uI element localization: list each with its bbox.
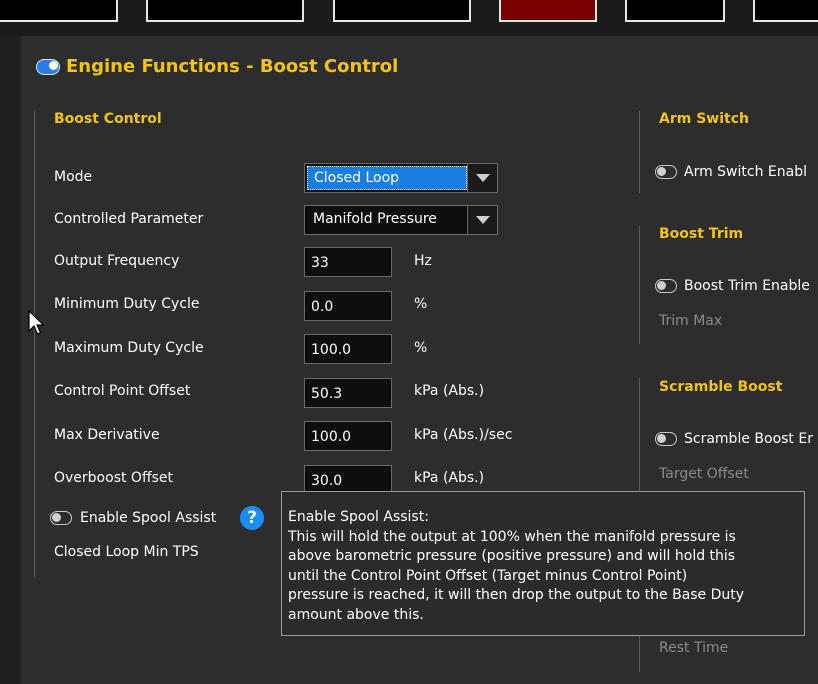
overboost-offset-unit: kPa (Abs.) [414,470,485,486]
toolbar-button-5[interactable] [625,0,725,22]
toolbar-button-3[interactable] [333,0,471,22]
mode-select[interactable]: Closed Loop [304,163,498,193]
tooltip-line: pressure is reached, it will then drop t… [288,587,745,604]
overboost-offset-label: Overboost Offset [54,470,173,486]
target-offset-label: Target Offset [659,466,749,482]
boost-trim-heading: Boost Trim [659,226,744,242]
mode-label: Mode [54,169,93,185]
mouse-cursor-icon [28,310,44,335]
boost-trim-enable-label: Boost Trim Enable [684,278,810,294]
maximum-duty-cycle-label: Maximum Duty Cycle [54,340,204,356]
chevron-down-icon[interactable] [467,164,497,192]
scramble-boost-heading: Scramble Boost [659,379,783,395]
trim-max-label: Trim Max [659,313,723,329]
minimum-duty-cycle-input[interactable]: 0.0 [304,291,392,321]
boost-trim-divider [639,226,640,344]
tooltip-line: This will hold the output at 100% when t… [288,528,736,545]
arm-switch-divider [639,111,640,193]
controlled-parameter-label: Controlled Parameter [54,211,204,227]
control-point-offset-unit: kPa (Abs.) [414,383,485,399]
boost-control-heading: Boost Control [54,111,162,127]
max-derivative-input[interactable]: 100.0 [304,421,392,451]
rest-time-label: Rest Time [659,640,729,656]
toolbar-button-6[interactable] [753,0,818,22]
toolbar-button-1[interactable] [0,0,118,22]
arm-switch-enable-toggle[interactable] [655,165,677,179]
max-derivative-unit: kPa (Abs.)/sec [414,427,513,443]
spool-assist-tooltip: Enable Spool Assist: This will hold the … [281,491,805,636]
control-point-offset-label: Control Point Offset [54,383,191,399]
enable-spool-assist-label: Enable Spool Assist [80,510,217,526]
page-title: Engine Functions - Boost Control [66,56,399,77]
arm-switch-enable-label: Arm Switch Enabl [684,164,807,180]
arm-switch-heading: Arm Switch [659,111,749,127]
scramble-boost-enable-label: Scramble Boost Er [684,431,813,447]
left-strip [0,36,20,684]
enable-spool-assist-toggle[interactable] [50,511,72,525]
tooltip-line: above barometric pressure (positive pres… [288,548,736,565]
top-toolbar [0,0,818,36]
scramble-boost-enable-toggle[interactable] [655,432,677,446]
controlled-parameter-select[interactable]: Manifold Pressure [304,205,498,235]
controlled-parameter-value: Manifold Pressure [313,211,437,227]
max-derivative-label: Max Derivative [54,427,160,443]
control-point-offset-input[interactable]: 50.3 [304,378,392,408]
minimum-duty-cycle-label: Minimum Duty Cycle [54,296,200,312]
closed-loop-min-tps-label: Closed Loop Min TPS [54,544,199,560]
tooltip-line: until the Control Point Offset (Target m… [288,567,688,584]
boost-trim-enable-toggle[interactable] [655,279,677,293]
tooltip-title: Enable Spool Assist: [288,509,429,525]
tooltip-line: amount above this. [288,606,424,623]
output-frequency-input[interactable]: 33 [304,247,392,277]
minimum-duty-cycle-unit: % [414,296,428,312]
toolbar-button-4-active[interactable] [499,0,597,22]
toolbar-button-2[interactable] [146,0,304,22]
maximum-duty-cycle-input[interactable]: 100.0 [304,334,392,364]
chevron-down-icon[interactable] [467,206,497,234]
output-frequency-unit: Hz [414,253,432,269]
boost-control-divider [34,111,35,577]
engine-functions-toggle[interactable] [36,59,60,75]
question-circle-icon[interactable]: ? [240,506,264,530]
output-frequency-label: Output Frequency [54,253,180,269]
maximum-duty-cycle-unit: % [414,340,428,356]
mode-value: Closed Loop [307,166,467,190]
